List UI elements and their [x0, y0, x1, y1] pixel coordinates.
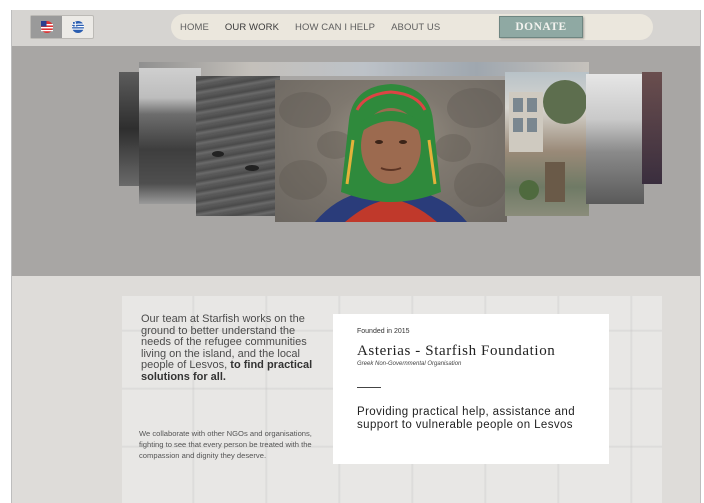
foundation-tagline: Providing practical help, assistance and… — [357, 406, 576, 431]
coast-bw-photo[interactable] — [119, 72, 141, 186]
title-divider — [357, 387, 381, 388]
us-flag-icon[interactable] — [31, 16, 62, 38]
founded-label: Founded in 2015 — [357, 328, 410, 335]
site-header: HOME OUR WORK HOW CAN I HELP ABOUT US DO… — [12, 10, 700, 46]
nav-home[interactable]: HOME — [180, 22, 209, 33]
donate-button[interactable]: DONATE — [499, 16, 583, 38]
doorway-bw-photo[interactable] — [586, 74, 644, 204]
photo-gallery — [12, 46, 700, 276]
street-color-photo[interactable] — [505, 72, 589, 216]
woman-portrait-photo[interactable] — [275, 80, 507, 222]
sea-bw-photo[interactable] — [196, 76, 280, 216]
main-nav: HOME OUR WORK HOW CAN I HELP ABOUT US — [180, 22, 440, 33]
nav-about-us[interactable]: ABOUT US — [391, 22, 440, 33]
nav-how-can-i-help[interactable]: HOW CAN I HELP — [295, 22, 375, 33]
team-paragraph: Our team at Starfish works on the ground… — [141, 313, 313, 383]
rocks-bw-photo[interactable] — [139, 68, 201, 204]
foundation-title: Asterias - Starfish Foundation — [357, 343, 556, 359]
edge-color-photo[interactable] — [642, 72, 662, 184]
foundation-subtitle: Greek Non-Governmental Organisation — [357, 361, 462, 367]
greece-flag-icon[interactable] — [62, 16, 93, 38]
language-switcher — [30, 15, 94, 39]
collab-paragraph: We collaborate with other NGOs and organ… — [139, 429, 312, 460]
foundation-card: Founded in 2015 Asterias - Starfish Foun… — [333, 314, 609, 464]
nav-our-work[interactable]: OUR WORK — [225, 22, 279, 33]
